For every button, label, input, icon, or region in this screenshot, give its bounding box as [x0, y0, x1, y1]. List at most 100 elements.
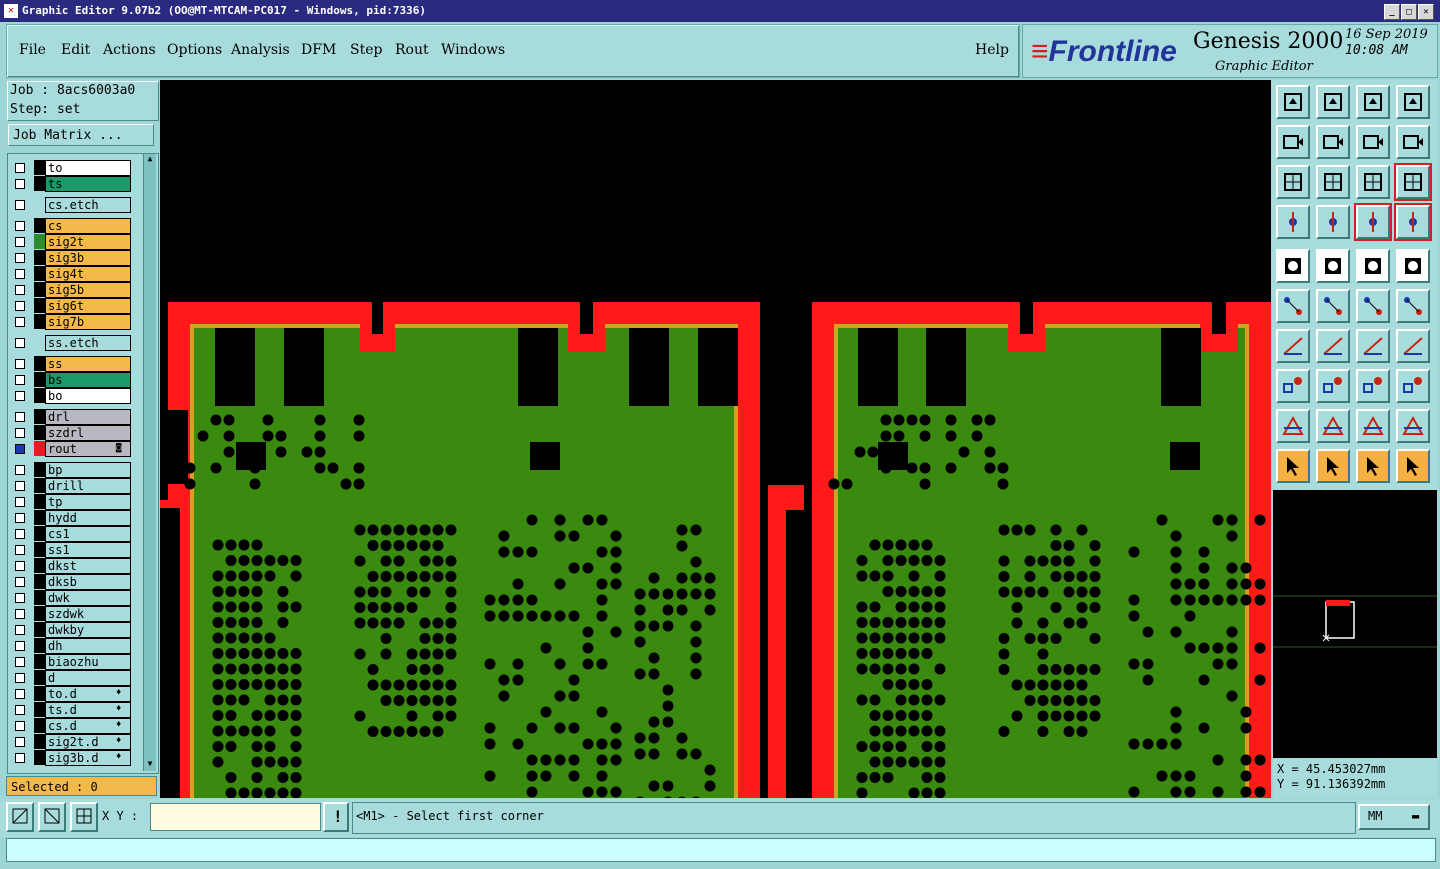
netlist-compare-icon[interactable]	[1394, 203, 1432, 241]
layer-name[interactable]: sig3b	[45, 250, 131, 266]
layer-row[interactable]: d	[8, 670, 150, 686]
layer-row[interactable]: cs.d ♦	[8, 718, 150, 734]
layer-row[interactable]: ss	[8, 356, 150, 372]
layer-row[interactable]: rout ◙	[8, 441, 150, 457]
layer-row[interactable]: to.d ♦	[8, 686, 150, 702]
layer-row[interactable]: bs	[8, 372, 150, 388]
snap-icon[interactable]	[1396, 125, 1430, 159]
layer-row[interactable]: biaozhu	[8, 654, 150, 670]
layer-row[interactable]: cs1	[8, 526, 150, 542]
layer-row[interactable]: sig2t	[8, 234, 150, 250]
layer-checkbox[interactable]	[15, 481, 25, 491]
layer-checkbox[interactable]	[15, 317, 25, 327]
layer-row[interactable]: dh	[8, 638, 150, 654]
layer-checkbox[interactable]	[15, 163, 25, 173]
layer-checkbox[interactable]	[15, 641, 25, 651]
layer-row[interactable]: bp	[8, 462, 150, 478]
layer-name[interactable]: dh	[45, 638, 131, 654]
layer-name[interactable]: drill	[45, 478, 131, 494]
layer-checkbox[interactable]	[15, 269, 25, 279]
layer-name[interactable]: ss1	[45, 542, 131, 558]
menu-rout[interactable]: Rout	[395, 42, 429, 58]
layer-row[interactable]: dkst	[8, 558, 150, 574]
layer-name[interactable]: sig5b	[45, 282, 131, 298]
pointer-icon[interactable]	[1276, 449, 1310, 483]
layer-row[interactable]: sig4t	[8, 266, 150, 282]
layer-row[interactable]: hydd	[8, 510, 150, 526]
angle-icon[interactable]	[1276, 329, 1310, 363]
layer-row[interactable]: dwk	[8, 590, 150, 606]
layer-checkbox[interactable]	[15, 721, 25, 731]
graphic-canvas[interactable]	[160, 80, 1271, 798]
layer-checkbox[interactable]	[15, 179, 25, 189]
menu-step[interactable]: Step	[350, 42, 382, 58]
layer-name[interactable]: sig6t	[45, 298, 131, 314]
zoom-fit-icon[interactable]	[1316, 165, 1350, 199]
cross-icon[interactable]	[1316, 289, 1350, 323]
layer-row[interactable]: sig7b	[8, 314, 150, 330]
help-query-icon[interactable]	[1394, 163, 1432, 201]
surface-icon[interactable]	[1396, 409, 1430, 443]
layer-checkbox[interactable]	[15, 412, 25, 422]
layer-name[interactable]: szdwk	[45, 606, 131, 622]
layer-checkbox[interactable]	[15, 657, 25, 667]
menu-actions[interactable]: Actions	[103, 42, 156, 58]
layer-row[interactable]: dksb	[8, 574, 150, 590]
layer-row[interactable]: sig3b.d ♦	[8, 750, 150, 766]
select-region-icon[interactable]	[1356, 449, 1390, 483]
layer-checkbox[interactable]	[15, 529, 25, 539]
layer-row[interactable]: cs.etch	[8, 197, 150, 213]
layer-checkbox[interactable]	[15, 545, 25, 555]
layer-name[interactable]: dksb	[45, 574, 131, 590]
layer-name[interactable]: sig4t	[45, 266, 131, 282]
home-view-icon[interactable]	[1276, 85, 1310, 119]
layer-name[interactable]: ss.etch	[45, 335, 131, 351]
layer-row[interactable]: sig5b	[8, 282, 150, 298]
layer-checkbox[interactable]	[15, 737, 25, 747]
layer-checkbox[interactable]	[15, 625, 25, 635]
layer-row[interactable]: cs	[8, 218, 150, 234]
outline-icon[interactable]	[1316, 249, 1350, 283]
layer-checkbox[interactable]	[15, 285, 25, 295]
layer-checkbox[interactable]	[15, 359, 25, 369]
overview-window[interactable]	[1273, 490, 1437, 758]
layer-row[interactable]: tp	[8, 494, 150, 510]
menu-windows[interactable]: Windows	[441, 42, 505, 58]
zoom-box-icon[interactable]	[6, 802, 34, 832]
layer-name[interactable]: ts	[45, 176, 131, 192]
layer-row[interactable]: dwkby	[8, 622, 150, 638]
line-icon[interactable]	[1316, 329, 1350, 363]
select-icon[interactable]	[1316, 449, 1350, 483]
layer-row[interactable]: sig3b	[8, 250, 150, 266]
layer-checkbox[interactable]	[15, 673, 25, 683]
layer-checkbox[interactable]	[15, 513, 25, 523]
layer-checkbox[interactable]	[15, 593, 25, 603]
add-arc-icon[interactable]	[1396, 289, 1430, 323]
layer-name[interactable]: sig7b	[45, 314, 131, 330]
scroll-down-arrow[interactable]: ▼	[144, 759, 156, 771]
grid-icon[interactable]	[70, 802, 98, 832]
layer-row[interactable]: bo	[8, 388, 150, 404]
layer-row[interactable]: sig2t.d ♦	[8, 734, 150, 750]
fill-icon[interactable]	[1276, 249, 1310, 283]
layer-checkbox[interactable]	[15, 391, 25, 401]
layer-checkbox[interactable]	[15, 237, 25, 247]
settings-icon[interactable]	[1276, 205, 1310, 239]
add-line-icon[interactable]	[1356, 289, 1390, 323]
layer-checkbox[interactable]	[15, 497, 25, 507]
pad-icon[interactable]	[1316, 409, 1350, 443]
layer-name[interactable]: sig2t	[45, 234, 131, 250]
layer-row[interactable]: ts.d ♦	[8, 702, 150, 718]
pan-right-icon[interactable]	[1316, 125, 1350, 159]
menu-options[interactable]: Options	[167, 42, 222, 58]
layer-name[interactable]: d	[45, 670, 131, 686]
layer-name[interactable]: szdrl	[45, 425, 131, 441]
layer-checkbox[interactable]	[15, 301, 25, 311]
arc-tool-icon[interactable]	[1356, 409, 1390, 443]
xy-input[interactable]	[150, 803, 321, 831]
layer-row[interactable]: drill	[8, 478, 150, 494]
layer-name[interactable]: hydd	[45, 510, 131, 526]
units-selector[interactable]: MM ▬	[1358, 804, 1430, 830]
app-icon[interactable]: ✕	[4, 4, 18, 18]
layer-checkbox[interactable]	[15, 465, 25, 475]
